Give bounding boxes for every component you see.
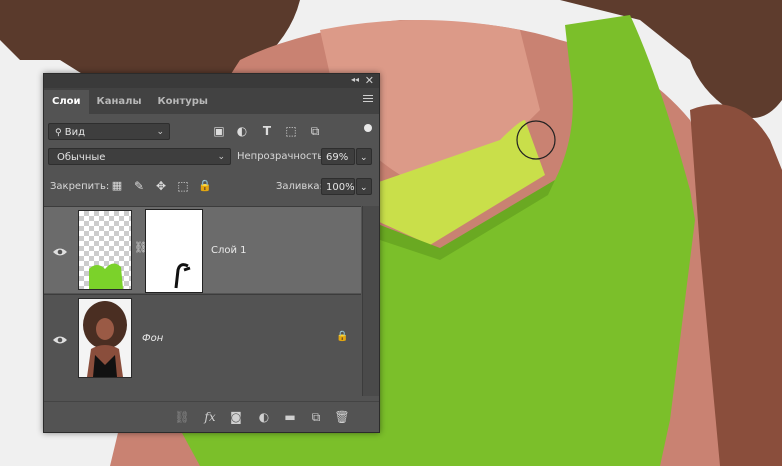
shape-filter-icon[interactable]: ⬚: [284, 124, 298, 138]
layer-thumbnail[interactable]: [78, 210, 132, 290]
opacity-dropdown[interactable]: ⌄: [356, 148, 372, 165]
lock-position-icon[interactable]: ✥: [154, 179, 168, 193]
opacity-label: Непрозрачность:: [237, 151, 327, 162]
new-layer-icon[interactable]: ⧉: [308, 409, 324, 425]
layer-name[interactable]: Фон: [142, 333, 163, 344]
layers-list: ⛓ Слой 1 Фон 🔒: [44, 206, 379, 400]
tab-paths[interactable]: Контуры: [150, 90, 216, 114]
fill-dropdown[interactable]: ⌄: [356, 178, 372, 195]
add-mask-icon[interactable]: ◙: [228, 409, 244, 425]
tab-layers[interactable]: Слои: [44, 90, 89, 114]
lock-label: Закрепить:: [50, 181, 110, 192]
blend-mode-select[interactable]: Обычные ⌄: [48, 148, 231, 165]
close-icon[interactable]: ✕: [365, 74, 374, 87]
lock-row: Закрепить: ▦ ✎ ✥ ⬚ 🔒 Заливка: 100% ⌄: [44, 171, 379, 201]
panel-menu-icon[interactable]: [363, 95, 373, 103]
text-filter-icon[interactable]: T: [260, 124, 274, 138]
eye-icon[interactable]: [52, 334, 68, 346]
layer-filter-select[interactable]: ⚲ Вид ⌄: [48, 123, 170, 140]
layer-filter-label: Вид: [64, 127, 86, 138]
layer-name[interactable]: Слой 1: [211, 245, 247, 256]
panel-title-strip: ◂◂ ✕: [44, 74, 379, 88]
image-filter-icon[interactable]: ▣: [212, 124, 226, 138]
trash-icon[interactable]: 🗑: [334, 409, 350, 425]
lock-artboard-icon[interactable]: ⬚: [176, 179, 190, 193]
fx-icon[interactable]: fx: [202, 409, 218, 425]
lock-icon: 🔒: [336, 331, 349, 342]
lock-pixels-icon[interactable]: ✎: [132, 179, 146, 193]
layer-thumbnail[interactable]: [78, 298, 132, 378]
tab-channels[interactable]: Каналы: [89, 90, 150, 114]
layers-scrollbar[interactable]: [362, 206, 379, 396]
adjustment-filter-icon[interactable]: ◐: [235, 124, 249, 138]
lock-transparent-icon[interactable]: ▦: [110, 179, 124, 193]
chevron-down-icon: ⌄: [156, 127, 164, 137]
layer-mask-thumbnail[interactable]: [145, 209, 203, 293]
group-folder-icon[interactable]: ▬: [282, 409, 298, 425]
eye-icon[interactable]: [52, 246, 68, 258]
fill-value: 100%: [326, 182, 355, 193]
opacity-input[interactable]: 69%: [321, 148, 355, 165]
layers-panel: ◂◂ ✕ Слои Каналы Контуры ⚲ Вид ⌄ ▣ ◐ T ⬚…: [43, 73, 380, 433]
chevron-down-icon: ⌄: [217, 152, 225, 162]
filter-row: ⚲ Вид ⌄ ▣ ◐ T ⬚ ⧉: [44, 114, 379, 144]
fill-input[interactable]: 100%: [321, 178, 355, 195]
fill-label: Заливка:: [276, 181, 323, 192]
smart-object-filter-icon[interactable]: ⧉: [308, 124, 322, 138]
lock-all-icon[interactable]: 🔒: [198, 179, 212, 193]
link-layers-icon[interactable]: ⛓: [174, 409, 190, 425]
filter-toggle[interactable]: [364, 124, 372, 132]
adjustment-layer-icon[interactable]: ◐: [256, 409, 272, 425]
collapse-icon[interactable]: ◂◂: [351, 75, 359, 84]
opacity-value: 69%: [326, 152, 349, 163]
layer-row-layer1[interactable]: ⛓ Слой 1: [44, 206, 361, 293]
blend-row: Обычные ⌄ Непрозрачность: 69% ⌄: [44, 144, 379, 171]
search-icon: ⚲: [55, 128, 62, 138]
chevron-down-icon: ⌄: [360, 183, 368, 193]
blend-mode-value: Обычные: [57, 152, 106, 163]
chevron-down-icon: ⌄: [360, 153, 368, 163]
layer-row-background[interactable]: Фон 🔒: [44, 294, 361, 381]
panel-tabs: Слои Каналы Контуры: [44, 88, 379, 114]
panel-bottom-toolbar: ⛓ fx ◙ ◐ ▬ ⧉ 🗑: [44, 401, 379, 432]
